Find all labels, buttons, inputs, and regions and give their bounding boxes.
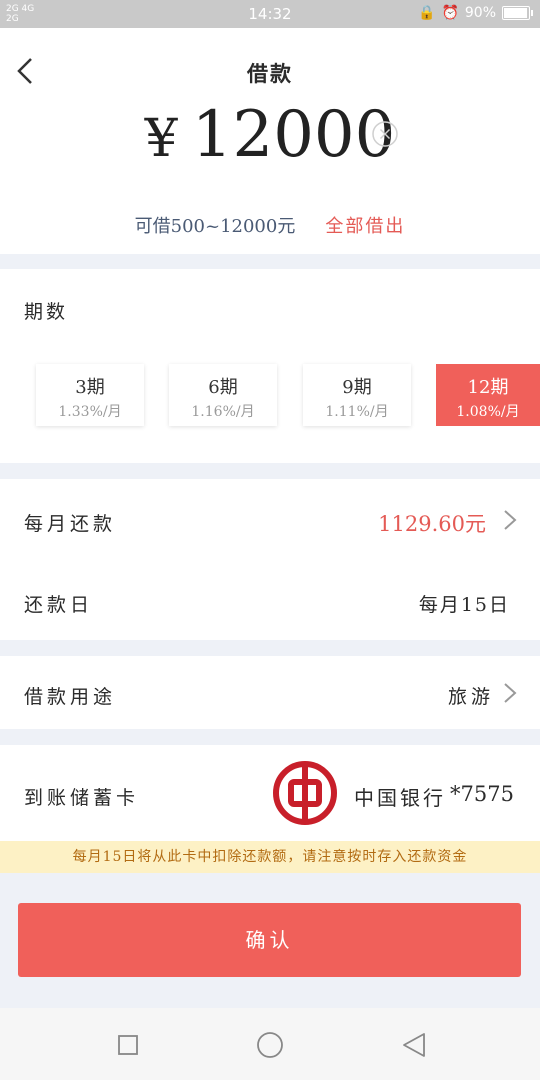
battery-icon [502,6,533,20]
monthly-repayment-label: 每月还款 [24,513,117,535]
loan-purpose-row[interactable]: 借款用途 旅游 [0,656,540,729]
system-nav-bar [0,1008,540,1080]
periods-section: 期数 3期 1.33%/月 6期 1.16%/月 9期 1.11%/月 12期 … [0,269,540,463]
back-nav-icon[interactable] [398,1030,428,1060]
card-number: *7575 [450,782,514,806]
bank-name: 中国银行 [354,786,446,810]
loan-purpose-label: 借款用途 [24,686,117,708]
alarm-icon: ⏰ [441,5,459,21]
amount-value: 12000 [191,98,396,172]
period-option-3[interactable]: 3期 1.33%/月 [36,364,144,426]
home-icon[interactable] [255,1030,285,1060]
period-count: 12期 [467,377,509,398]
repayment-section: 每月还款 1129.60元 还款日 每月15日 [0,479,540,640]
period-rate: 1.33%/月 [58,404,122,420]
period-count: 6期 [208,377,238,398]
clear-icon[interactable] [372,121,398,147]
period-rate: 1.08%/月 [456,404,520,420]
period-rate: 1.11%/月 [325,404,389,420]
chevron-right-icon[interactable] [503,509,517,531]
currency-symbol: ¥ [144,109,178,169]
repayment-day-label: 还款日 [24,594,94,616]
debit-card-row[interactable]: 到账储蓄卡 中国银行 *7575 [0,745,540,841]
bank-of-china-logo [273,761,337,825]
loan-header: 借款 ¥12000 可借500~12000元 全部借出 [0,28,540,254]
page-title: 借款 [247,61,293,86]
loan-amount[interactable]: ¥12000 [0,98,540,172]
recent-apps-icon[interactable] [113,1030,143,1060]
battery-fill [504,8,528,18]
chevron-right-icon[interactable] [503,682,517,704]
period-count: 9期 [342,377,372,398]
loan-range: 可借500~12000元 全部借出 [0,212,540,238]
period-option-12[interactable]: 12期 1.08%/月 [436,364,540,426]
status-bar: 2G 4G 2G 14:32 🔒 ⏰ 90% [0,0,540,28]
range-text: 可借500~12000元 [134,216,296,237]
confirm-button[interactable]: 确认 [18,903,521,977]
monthly-repayment-value[interactable]: 1129.60元 [378,508,486,538]
debit-card-label: 到账储蓄卡 [24,787,140,809]
deduction-notice: 每月15日将从此卡中扣除还款额，请注意按时存入还款资金 [0,841,540,873]
period-count: 3期 [75,377,105,398]
loan-purpose-value: 旅游 [447,686,494,708]
battery-percent: 90% [464,5,496,21]
period-rate: 1.16%/月 [191,404,255,420]
repayment-day-value: 每月15日 [418,594,510,616]
borrow-all-link[interactable]: 全部借出 [325,216,405,237]
period-option-9[interactable]: 9期 1.11%/月 [303,364,411,426]
lock-icon: 🔒 [418,5,436,21]
period-option-6[interactable]: 6期 1.16%/月 [169,364,277,426]
periods-label: 期数 [24,301,69,323]
